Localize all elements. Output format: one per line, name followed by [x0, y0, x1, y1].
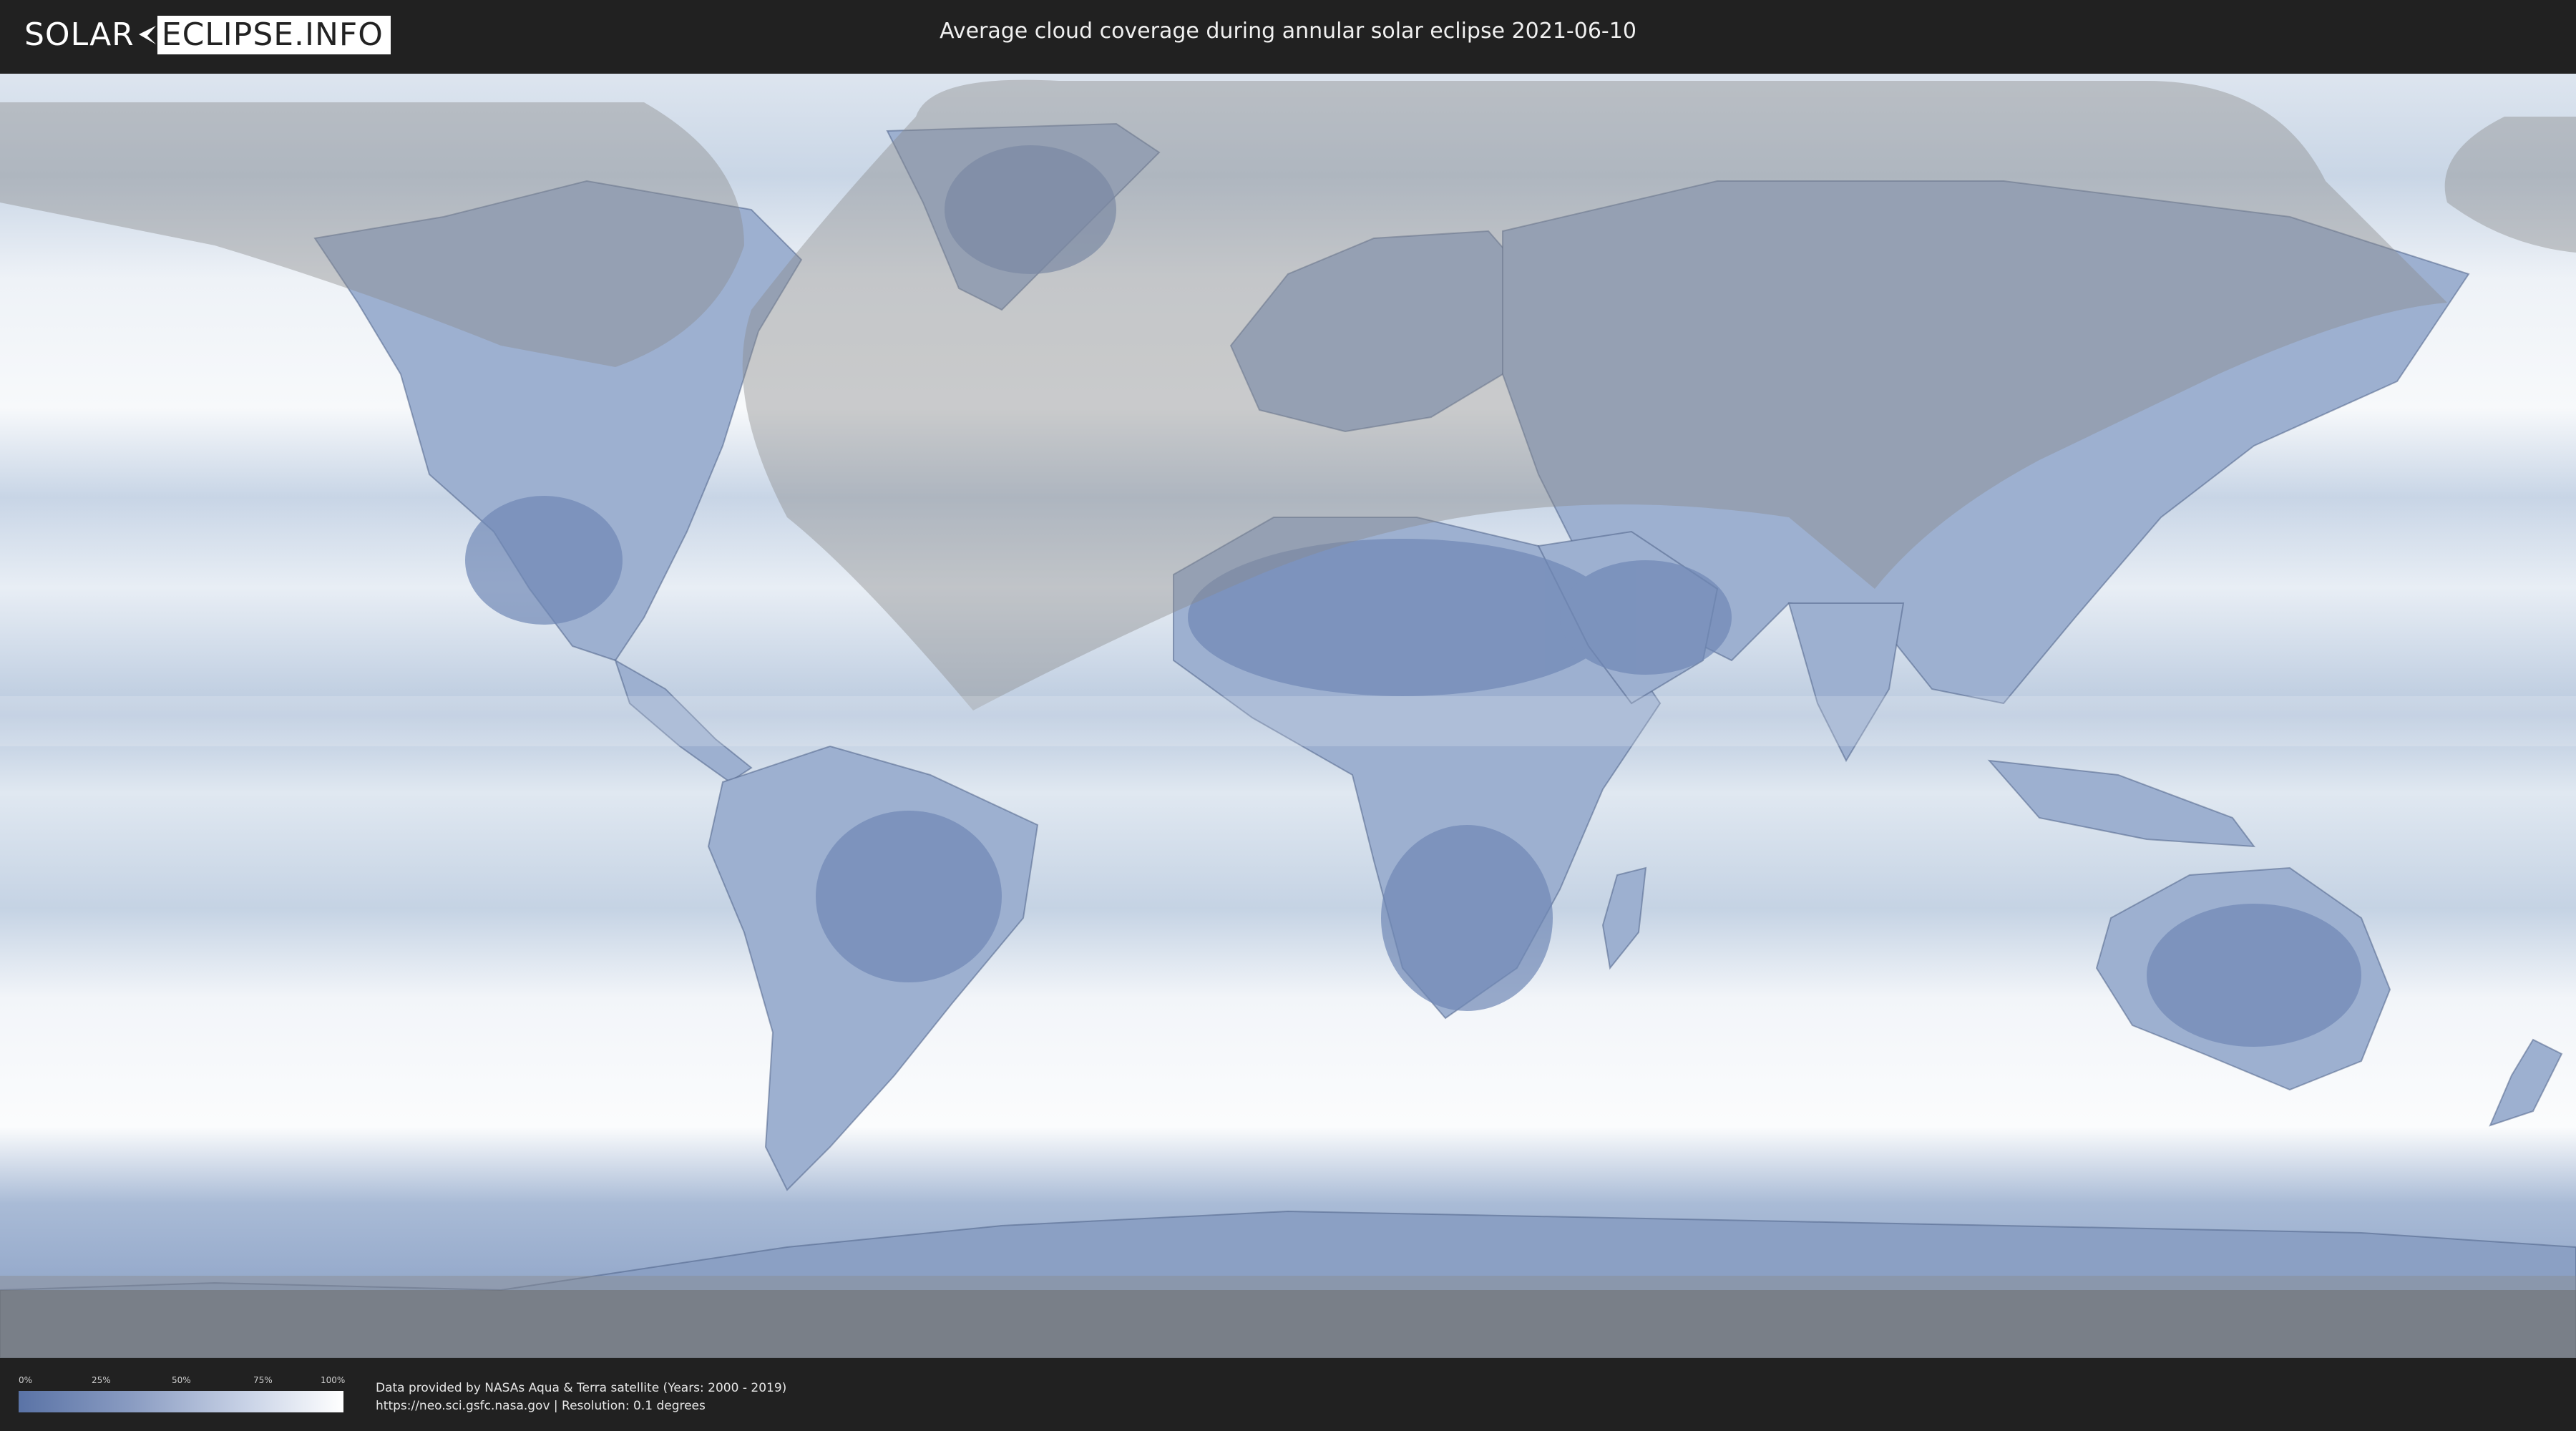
cloud-coverage-map[interactable] [0, 74, 2576, 1358]
australia-dry-area [2147, 904, 2361, 1047]
legend-tick-100: 100% [321, 1375, 346, 1385]
mexico-dry-area [465, 496, 623, 625]
arabia-dry-area [1560, 560, 1732, 675]
credit-line-source: Data provided by NASAs Aqua & Terra sate… [376, 1381, 787, 1395]
legend-tick-0: 0% [19, 1375, 33, 1385]
itcz-cloud-band [0, 696, 2576, 746]
legend-tick-75: 75% [253, 1375, 273, 1385]
cloud-coverage-legend-bar [19, 1391, 343, 1412]
brazil-dry-area [816, 811, 1002, 982]
data-credits: Data provided by NASAs Aqua & Terra sate… [376, 1379, 786, 1415]
legend-tick-50: 50% [172, 1375, 191, 1385]
top-bar: SOLAR ECLIPSE.INFO Average cloud coverag… [0, 0, 2576, 70]
credit-line-url[interactable]: https://neo.sci.gsfc.nasa.gov | Resoluti… [376, 1397, 786, 1415]
legend-tick-25: 25% [92, 1375, 111, 1385]
world-map-svg [0, 74, 2576, 1358]
page-title: Average cloud coverage during annular so… [940, 19, 1636, 44]
legend-tick-labels: 0% 25% 50% 75% 100% [19, 1375, 346, 1387]
map-bottom-strip [0, 1290, 2576, 1358]
southern-africa-dry-area [1381, 825, 1553, 1011]
